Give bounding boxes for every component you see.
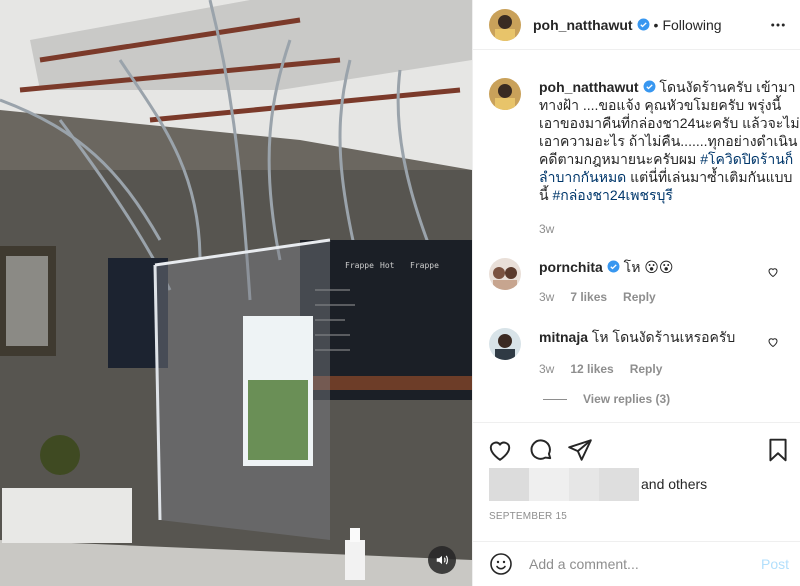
post-date: SEPTEMBER 15 — [489, 511, 567, 522]
post-details-panel: poh_natthawut • Following poh_natthawut … — [472, 0, 800, 586]
comment-likes-link[interactable]: 12 likes — [570, 362, 613, 376]
more-icon[interactable] — [769, 16, 787, 34]
heart-icon[interactable] — [767, 336, 779, 348]
emoji-icon[interactable] — [489, 552, 513, 576]
comment-username[interactable]: pornchita — [539, 259, 603, 275]
following-button[interactable]: Following — [662, 17, 721, 33]
comment-text: โห โดนงัดร้านเหรอครับ — [588, 329, 736, 345]
share-icon[interactable] — [567, 437, 593, 463]
reply-button[interactable]: Reply — [630, 362, 663, 376]
mute-icon — [436, 555, 448, 565]
comment-input[interactable] — [529, 556, 749, 572]
comment-text: โห 😮😮 — [619, 259, 674, 275]
comment-item: pornchita โห 😮😮 3w 7 likes Reply — [489, 258, 785, 304]
caption-time: 3w — [539, 222, 555, 236]
svg-text:Hot: Hot — [380, 261, 395, 270]
comment-time: 3w — [539, 290, 555, 304]
heart-icon[interactable] — [767, 266, 779, 278]
caption-username[interactable]: poh_natthawut — [539, 79, 639, 95]
add-comment-bar: Post — [473, 541, 800, 586]
view-replies-label: View replies (3) — [583, 392, 671, 406]
header-separator: • — [653, 16, 659, 33]
verified-icon — [607, 260, 620, 273]
likes-summary[interactable]: and others — [489, 466, 707, 502]
comments-list[interactable]: poh_natthawut โดนงัดร้านครับ เข้ามาทางฝ้… — [473, 50, 800, 422]
commenter-avatar[interactable] — [489, 258, 521, 290]
hashtag-link[interactable]: #กล่องชา24เพชรบุรี — [552, 187, 672, 203]
mute-button[interactable] — [428, 546, 456, 574]
reply-button[interactable]: Reply — [623, 290, 656, 304]
author-username[interactable]: poh_natthawut — [533, 17, 633, 33]
author-avatar[interactable] — [489, 8, 521, 41]
post-header: poh_natthawut • Following — [473, 0, 800, 50]
comment-time: 3w — [539, 362, 555, 376]
heart-icon[interactable] — [487, 437, 513, 463]
bookmark-icon[interactable] — [765, 437, 791, 463]
comment-likes-link[interactable]: 7 likes — [570, 290, 607, 304]
comment-icon[interactable] — [528, 437, 554, 463]
post-media-video[interactable]: Frappe Hot Frappe — [0, 0, 472, 586]
comment-username[interactable]: mitnaja — [539, 329, 588, 345]
view-replies-button[interactable]: View replies (3) — [543, 392, 785, 406]
caption: poh_natthawut โดนงัดร้านครับ เข้ามาทางฝ้… — [489, 78, 800, 236]
svg-text:Frappe: Frappe — [345, 261, 374, 270]
verified-icon — [643, 80, 656, 93]
caption-avatar[interactable] — [489, 78, 521, 110]
video-frame: Frappe Hot Frappe — [0, 0, 472, 586]
commenter-avatar[interactable] — [489, 328, 521, 360]
replies-divider — [543, 398, 567, 400]
liker-avatars-blurred — [489, 467, 639, 501]
comment-item: mitnaja โห โดนงัดร้านเหรอครับ 3w 12 like… — [489, 328, 785, 376]
svg-text:Frappe: Frappe — [410, 261, 439, 270]
verified-icon — [637, 18, 650, 31]
likes-and-others[interactable]: and others — [641, 476, 707, 492]
post-comment-button[interactable]: Post — [761, 556, 789, 572]
